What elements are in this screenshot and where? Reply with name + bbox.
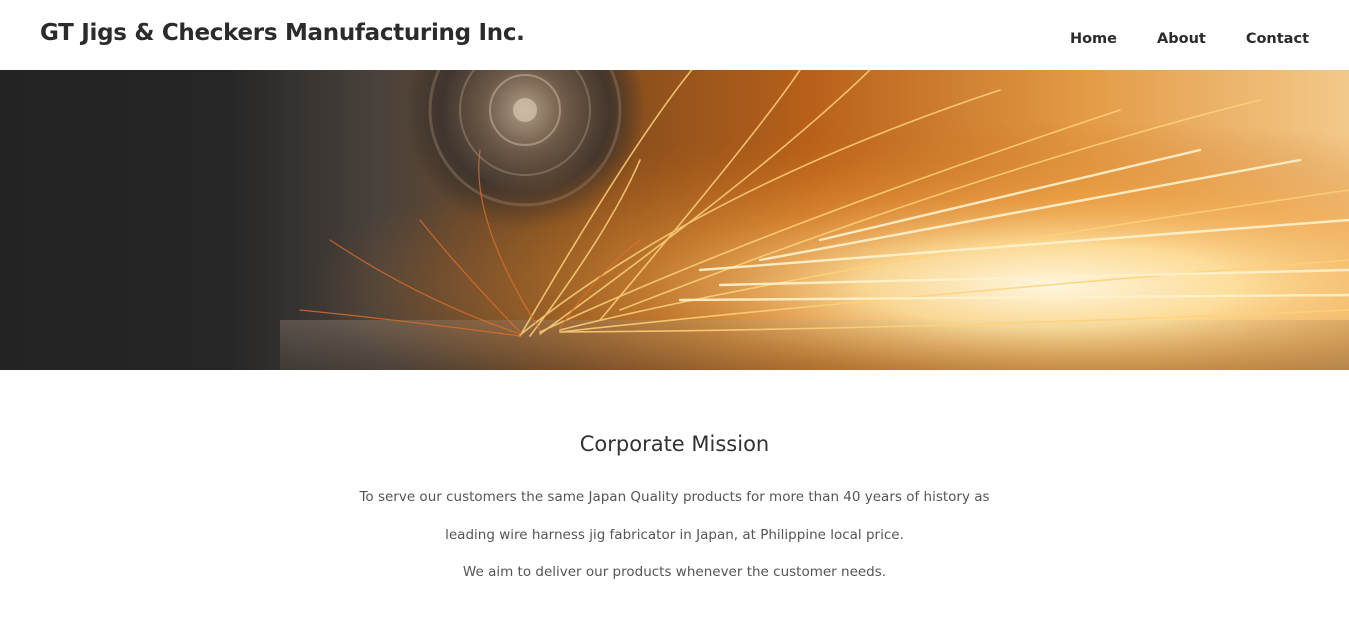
nav-home-link[interactable]: Home (1070, 31, 1117, 47)
mission-line-1: To serve our customers the same Japan Qu… (359, 489, 990, 505)
main-nav: Home About Contact (1070, 31, 1309, 47)
mission-line-3: We aim to deliver our products whenever … (462, 564, 887, 580)
mission-title: Corporate Mission (579, 432, 770, 456)
nav-about-link[interactable]: About (1157, 31, 1206, 47)
site-header: GT Jigs & Checkers Manufacturing Inc. Ho… (0, 0, 1349, 70)
corporate-mission-section: Corporate Mission To serve our customers… (0, 370, 1349, 642)
hero-sparks-image (0, 70, 1349, 370)
nav-contact-link[interactable]: Contact (1246, 31, 1309, 47)
mission-line-2: leading wire harness jig fabricator in J… (445, 527, 904, 543)
hero-banner (0, 70, 1349, 370)
site-title[interactable]: GT Jigs & Checkers Manufacturing Inc. (40, 20, 525, 46)
